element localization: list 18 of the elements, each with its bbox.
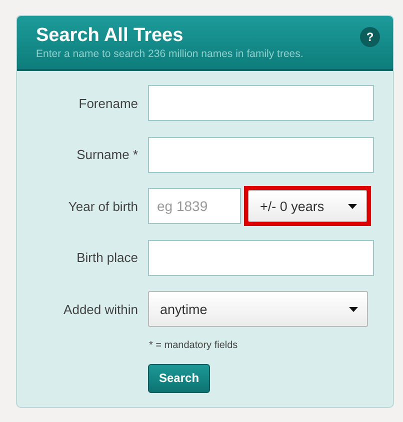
input-field[interactable]	[148, 240, 374, 276]
input-field[interactable]	[148, 136, 374, 172]
range-dropdown[interactable]: +/- 0 years	[248, 190, 367, 222]
added-within-dropdown[interactable]: anytime	[148, 291, 368, 327]
year-field[interactable]: eg 1839	[148, 188, 241, 224]
input-field[interactable]	[148, 85, 374, 121]
caret-icon	[348, 204, 357, 208]
field-label: Forename	[78, 96, 138, 110]
panel-subtitle: Enter a name to search 236 million names in family trees.	[36, 47, 304, 61]
field-label: Year of birth	[67, 198, 138, 214]
field-label: Added within	[62, 302, 138, 316]
mandatory-note: * = mandatory fields	[149, 340, 239, 350]
field-label: Surname *	[76, 147, 138, 162]
help-button[interactable]: ?	[360, 27, 380, 47]
panel-title: Search All Trees	[36, 25, 184, 47]
field-label: Birth place	[76, 250, 138, 265]
search-button[interactable]: Search	[148, 364, 210, 392]
caret-icon	[349, 306, 358, 312]
